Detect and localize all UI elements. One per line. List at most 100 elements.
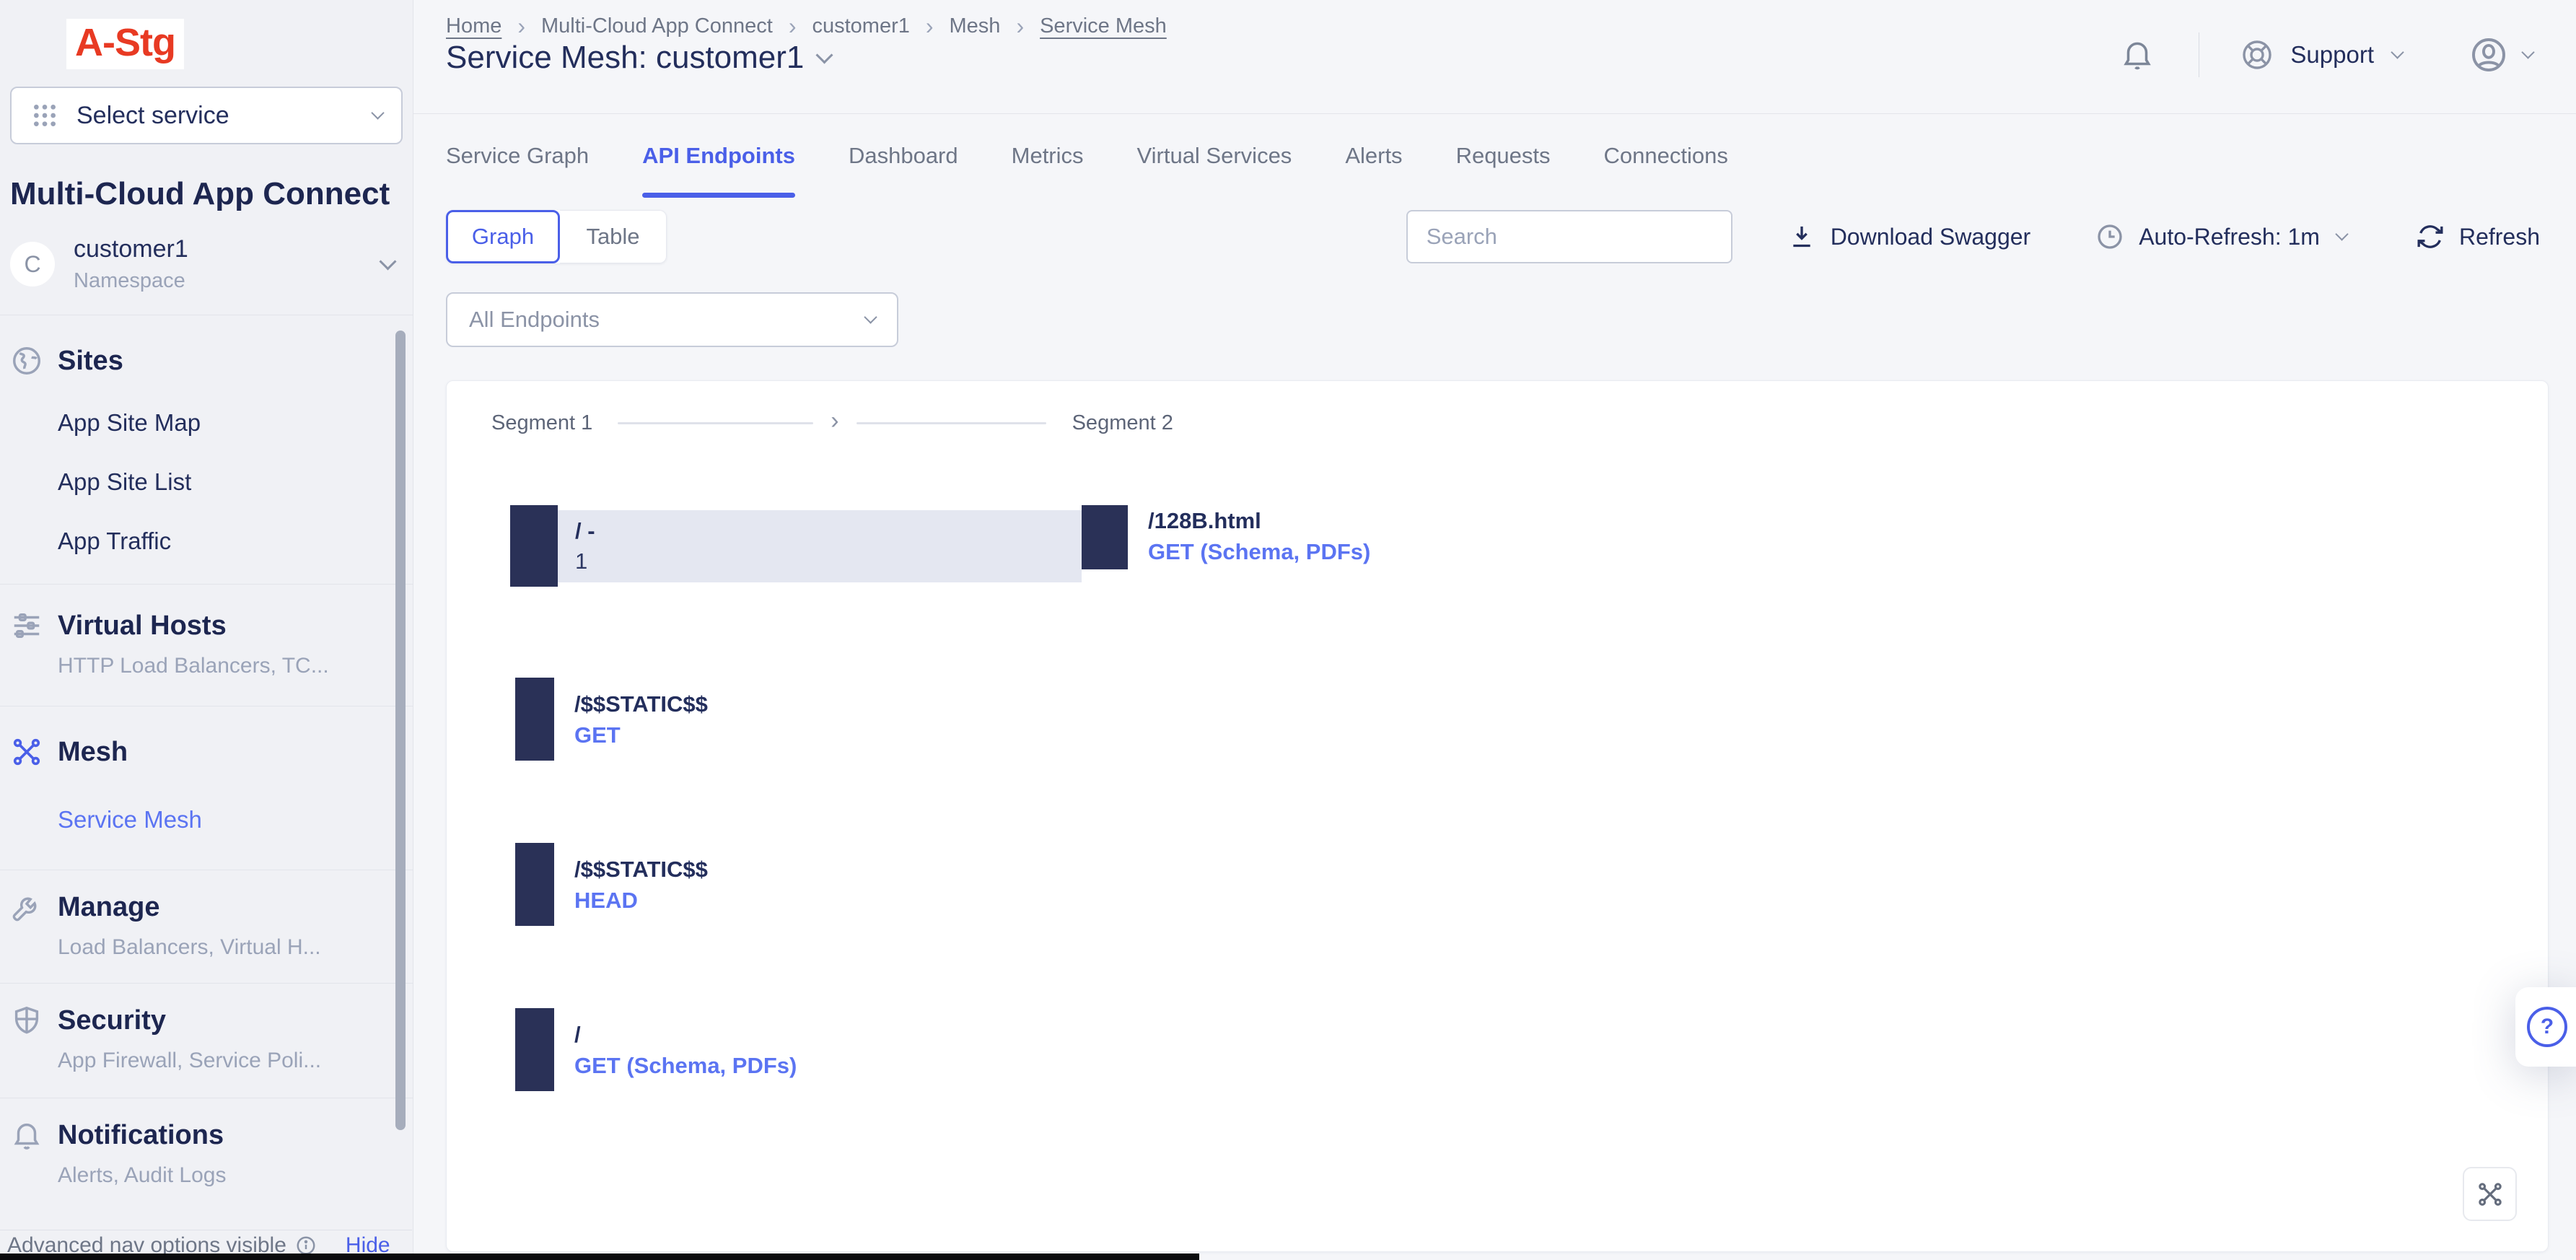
page-title: Service Mesh: customer1 [446, 40, 804, 76]
tab-alerts[interactable]: Alerts [1345, 143, 1402, 198]
sidebar-section-subtitle: App Firewall, Service Poli... [58, 1049, 413, 1073]
breadcrumb-customer1[interactable]: customer1 [812, 14, 909, 38]
breadcrumb-multicloud[interactable]: Multi-Cloud App Connect [541, 14, 773, 38]
search-input[interactable] [1406, 210, 1732, 263]
tab-metrics[interactable]: Metrics [1012, 143, 1084, 198]
help-button[interactable]: ? [2515, 987, 2576, 1067]
download-swagger-button[interactable]: Download Swagger [1787, 222, 2031, 251]
link-count-label: 1 [575, 548, 1082, 574]
endpoint-method-link[interactable]: HEAD [574, 888, 708, 914]
sidebar-section-subtitle: Load Balancers, Virtual H... [58, 935, 413, 960]
segment-line [857, 422, 1046, 424]
segment1-node-bar[interactable] [510, 505, 558, 587]
tab-connections[interactable]: Connections [1604, 143, 1728, 198]
sidebar-item-service-mesh[interactable]: Service Mesh [58, 806, 413, 834]
tab-bar: Service Graph API Endpoints Dashboard Me… [446, 143, 1728, 198]
link-band[interactable]: / - 1 [558, 510, 1082, 582]
page-title-row: Service Mesh: customer1 [446, 40, 831, 76]
sidebar-item-mesh[interactable]: Mesh [10, 735, 413, 769]
product-title: Multi-Cloud App Connect [10, 176, 403, 212]
sidebar-item-app-site-list[interactable]: App Site List [58, 468, 413, 496]
endpooint-method-link[interactable]: GET (Schema, PDFs) [1148, 539, 1370, 565]
shield-icon [10, 1004, 43, 1037]
chevron-down-icon [2391, 45, 2404, 58]
sidebar-item-app-traffic[interactable]: App Traffic [58, 528, 413, 555]
tab-service-graph[interactable]: Service Graph [446, 143, 589, 198]
download-icon [1787, 222, 1816, 251]
app-root: A-Stg Select service Multi-Cloud App Con… [0, 0, 2576, 1260]
chevron-down-icon [2521, 45, 2534, 58]
table-view-button[interactable]: Table [560, 210, 667, 263]
tab-virtual-services[interactable]: Virtual Services [1137, 143, 1292, 198]
chevron-down-icon [379, 253, 396, 270]
main-content: Home › Multi-Cloud App Connect › custome… [413, 0, 2576, 1260]
breadcrumb-separator-icon: › [1016, 13, 1024, 40]
select-service-dropdown[interactable]: Select service [10, 87, 403, 144]
breadcrumb: Home › Multi-Cloud App Connect › custome… [446, 13, 1167, 40]
sidebar-item-security[interactable]: Security [10, 1004, 413, 1037]
support-menu[interactable]: Support [2240, 38, 2402, 72]
tab-dashboard[interactable]: Dashboard [849, 143, 958, 198]
clock-icon [2095, 222, 2124, 251]
sidebar-section-sites: Sites App Site Map App Site List App Tra… [0, 315, 413, 585]
bottom-black-strip [0, 1254, 1199, 1260]
segment1-node-bar[interactable] [515, 1008, 554, 1091]
breadcrumb-separator-icon: › [517, 13, 525, 40]
chevron-down-icon[interactable] [816, 46, 833, 64]
load-balancer-icon [10, 609, 43, 642]
segment-arrow-icon: › [831, 407, 838, 435]
endpoint-method-link[interactable]: GET (Schema, PDFs) [574, 1053, 797, 1079]
sidebar-nav: Sites App Site Map App Site List App Tra… [0, 315, 413, 1209]
endpoint-labels: /128B.html GET (Schema, PDFs) [1148, 508, 1370, 565]
refresh-button[interactable]: Refresh [2416, 222, 2540, 251]
fit-graph-button[interactable] [2463, 1167, 2517, 1221]
segment-header: Segment 1 › Segment 2 [491, 411, 1173, 435]
sidebar-section-security: Security App Firewall, Service Poli... [0, 984, 413, 1098]
auto-refresh-dropdown[interactable]: Auto-Refresh: 1m [2095, 222, 2347, 251]
mesh-expand-icon [2476, 1180, 2505, 1209]
breadcrumb-mesh[interactable]: Mesh [950, 14, 1001, 38]
user-avatar-icon [2468, 35, 2509, 75]
tab-api-endpoints[interactable]: API Endpoints [642, 143, 795, 198]
sidebar-item-sites[interactable]: Sites [10, 344, 413, 377]
wrench-icon [10, 891, 43, 924]
endpoint-filter-dropdown[interactable]: All Endpoints [446, 292, 898, 347]
segment1-node-bar[interactable] [515, 678, 554, 761]
endpoint-path: / [574, 1022, 797, 1048]
chevron-down-icon [371, 106, 384, 119]
tab-requests[interactable]: Requests [1456, 143, 1551, 198]
segment1-node-bar[interactable] [515, 843, 554, 926]
sidebar-section-title: Mesh [58, 737, 128, 768]
sidebar-item-virtual-hosts[interactable]: Virtual Hosts [10, 609, 413, 642]
endpoint-filter-value: All Endpoints [469, 307, 851, 333]
endpoint-path: /$$STATIC$$ [574, 691, 708, 717]
api-endpoints-graph-card: Segment 1 › Segment 2 / - 1 /128B.html G… [446, 380, 2549, 1252]
brand-logo[interactable]: A-Stg [66, 19, 184, 69]
chevron-down-icon [2335, 227, 2348, 240]
sidebar-section-mesh: Mesh Service Mesh [0, 706, 413, 870]
support-label: Support [2290, 41, 2374, 69]
notifications-bell-icon[interactable] [2119, 37, 2155, 73]
sidebar-scrollbar[interactable] [395, 331, 406, 1130]
user-menu[interactable] [2468, 35, 2533, 75]
sidebar-section-title: Virtual Hosts [58, 611, 227, 642]
sidebar-item-notifications[interactable]: Notifications [10, 1119, 413, 1152]
graph-view-button[interactable]: Graph [446, 210, 560, 263]
breadcrumb-service-mesh[interactable]: Service Mesh [1040, 14, 1167, 38]
sidebar: A-Stg Select service Multi-Cloud App Con… [0, 0, 413, 1260]
grid-icon [30, 101, 59, 130]
sidebar-item-app-site-map[interactable]: App Site Map [58, 409, 413, 437]
segment2-node-bar[interactable] [1082, 505, 1128, 569]
sidebar-item-manage[interactable]: Manage [10, 891, 413, 924]
bell-icon [10, 1119, 43, 1152]
endpoint-path: /128B.html [1148, 508, 1370, 534]
view-toggle: Graph Table [446, 210, 667, 263]
info-icon[interactable] [295, 1235, 317, 1256]
namespace-selector[interactable]: C customer1 Namespace [0, 235, 413, 315]
endpoint-method-link[interactable]: GET [574, 722, 708, 748]
sidebar-section-subtitle: HTTP Load Balancers, TC... [58, 654, 413, 678]
endpoint-labels: /$$STATIC$$ HEAD [574, 857, 708, 914]
segment2-label: Segment 2 [1072, 411, 1173, 435]
breadcrumb-home[interactable]: Home [446, 14, 501, 38]
sidebar-section-subtitle: Alerts, Audit Logs [58, 1163, 413, 1188]
